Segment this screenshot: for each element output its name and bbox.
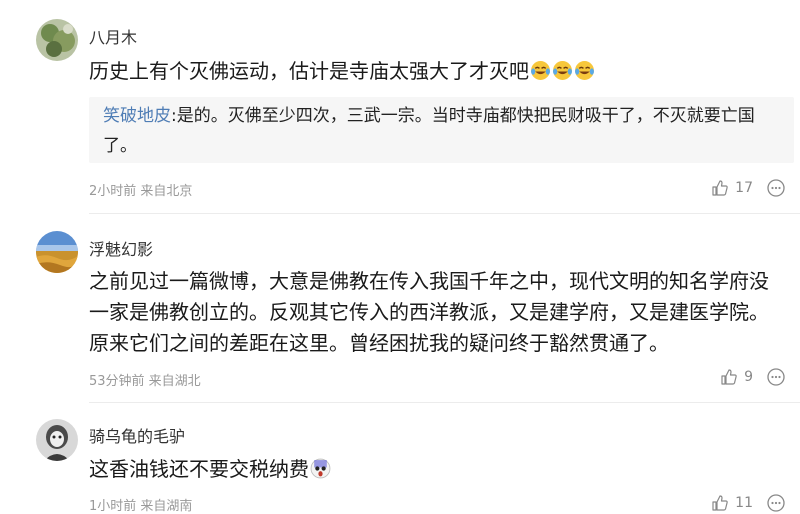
comment-meta: 2小时前 来自北京 (89, 184, 193, 199)
laugh-cry-icon (574, 59, 595, 80)
reply-text: :是的。灭佛至少四次，三武一宗。当时寺庙都快把民财吸干了，不灭就要亡国了。 (103, 106, 755, 156)
like-button[interactable]: 11 (711, 494, 753, 512)
comment-text: 历史上有个灭佛运动，估计是寺庙太强大了才灭吧 (89, 59, 529, 83)
like-count: 11 (735, 495, 753, 511)
comment-meta: 1小时前 来自湖南 (89, 499, 193, 514)
comment-item: 八月木 历史上有个灭佛运动，估计是寺庙太强大了才灭吧 笑破地皮:是的。灭佛至少四… (0, 0, 800, 214)
comment-username[interactable]: 骑乌龟的毛驴 (89, 423, 185, 447)
avatar[interactable] (36, 19, 78, 61)
comment-text: 这香油钱还不要交税纳费 (89, 457, 309, 481)
more-icon[interactable] (766, 493, 786, 513)
like-button[interactable]: 17 (711, 179, 753, 197)
reply-box: 笑破地皮:是的。灭佛至少四次，三武一宗。当时寺庙都快把民财吸干了，不灭就要亡国了… (89, 97, 794, 163)
divider (89, 402, 800, 403)
scared-face-icon (310, 457, 331, 479)
comment-meta: 53分钟前 来自湖北 (89, 374, 201, 389)
avatar[interactable] (36, 419, 78, 461)
divider (89, 213, 800, 214)
avatar-image (36, 19, 78, 61)
avatar-image (36, 419, 78, 461)
laugh-cry-icon (530, 59, 551, 80)
comment-content: 之前见过一篇微博，大意是佛教在传入我国千年之中，现代文明的知名学府没一家是佛教创… (89, 269, 769, 355)
thumbs-up-icon (712, 495, 728, 511)
more-icon[interactable] (766, 367, 786, 387)
like-button[interactable]: 9 (720, 368, 753, 386)
like-count: 17 (735, 180, 753, 196)
like-count: 9 (744, 369, 753, 385)
comment-content: 历史上有个灭佛运动，估计是寺庙太强大了才灭吧 (89, 56, 780, 87)
more-icon[interactable] (766, 178, 786, 198)
comment-username[interactable]: 浮魅幻影 (89, 236, 153, 260)
comment-username[interactable]: 八月木 (89, 24, 137, 48)
reply-username[interactable]: 笑破地皮 (103, 106, 171, 126)
avatar[interactable] (36, 231, 78, 273)
avatar-image (36, 231, 78, 273)
comment-content: 这香油钱还不要交税纳费 (89, 454, 780, 485)
laugh-cry-icon (552, 59, 573, 80)
thumbs-up-icon (712, 180, 728, 196)
thumbs-up-icon (721, 369, 737, 385)
